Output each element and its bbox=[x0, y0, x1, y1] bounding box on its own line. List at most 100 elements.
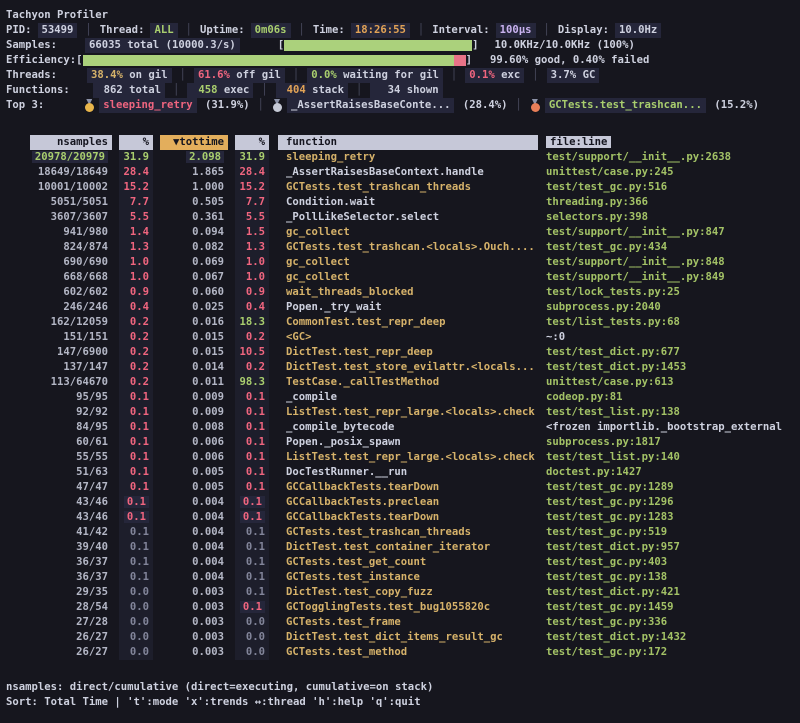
nsamples-cell: 84/95 bbox=[30, 420, 112, 435]
cumulative-pct-cell: 0.0 bbox=[235, 615, 269, 630]
tottime-cell: 0.006 bbox=[160, 435, 228, 450]
direct-pct-cell: 1.0 bbox=[119, 270, 153, 285]
pct-value: 0.2 bbox=[130, 316, 149, 328]
stat-chip: 3.7% GC bbox=[547, 68, 600, 83]
stat-label: total bbox=[123, 84, 161, 96]
efficiency-text: 99.60% good, 0.40% failed bbox=[490, 53, 649, 68]
top-function-pct: (28.4%) bbox=[456, 98, 507, 113]
display-rate-label: Display: bbox=[558, 23, 609, 38]
table-row: 113/646700.20.01198.3TestCase._callTestM… bbox=[6, 375, 800, 390]
file-value: test/test_gc.py:1459 bbox=[546, 601, 674, 613]
stat-chip: 0.0% waiting for gil bbox=[307, 68, 443, 83]
tottime-cell: 0.060 bbox=[160, 285, 228, 300]
pct-value: 0.1 bbox=[130, 391, 149, 403]
file-line-cell: <frozen importlib._bootstrap_external bbox=[538, 420, 800, 435]
ns-value: 51/63 bbox=[76, 466, 108, 478]
cumulative-pct-cell: 0.1 bbox=[235, 570, 269, 585]
fn-value: DictTest.test_store_evilattr.<locals... bbox=[286, 361, 535, 373]
pct-value: 0.2 bbox=[130, 361, 149, 373]
efficiency-bar-bad bbox=[454, 55, 465, 66]
cum-value: 0.1 bbox=[246, 541, 265, 553]
app-title: Tachyon Profiler bbox=[6, 8, 800, 23]
ns-value: 147/6900 bbox=[57, 346, 108, 358]
table-row: 690/6901.00.0691.0gc_collecttest/support… bbox=[6, 255, 800, 270]
direct-pct-cell: 0.0 bbox=[119, 615, 153, 630]
file-line-cell: selectors.py:398 bbox=[538, 210, 800, 225]
ns-value: 5051/5051 bbox=[51, 196, 108, 208]
direct-pct-cell: 0.4 bbox=[119, 300, 153, 315]
cumulative-pct-cell: 0.1 bbox=[235, 600, 269, 615]
cum-value: 1.0 bbox=[246, 256, 265, 268]
top3-label: Top 3: bbox=[6, 98, 44, 113]
function-stats: 862 total│458 exec│404 stack│34 shown bbox=[93, 83, 443, 98]
column-header-nsamples[interactable]: nsamples bbox=[30, 135, 112, 150]
function-cell: _AssertRaisesBaseContext.handle bbox=[278, 165, 538, 180]
samples-rate: 10.0KHz/10.0KHz (100%) bbox=[495, 38, 635, 53]
top-function-name: sleeping_retry bbox=[99, 98, 196, 113]
table-row: 941/9801.40.0941.5gc_collecttest/support… bbox=[6, 225, 800, 240]
cum-value: 0.1 bbox=[246, 391, 265, 403]
ns-value: 246/246 bbox=[63, 301, 108, 313]
file-value: test/test_gc.py:172 bbox=[546, 646, 667, 658]
table-row: 5051/50517.70.5057.7Condition.waitthread… bbox=[6, 195, 800, 210]
fn-value: Popen._posix_spawn bbox=[286, 436, 401, 448]
ns-value: 55/55 bbox=[76, 451, 108, 463]
nsamples-cell: 55/55 bbox=[30, 450, 112, 465]
function-cell: wait_threads_blocked bbox=[278, 285, 538, 300]
pct-value: 0.2 bbox=[130, 376, 149, 388]
column-header-function[interactable]: function bbox=[278, 135, 538, 150]
stat-value: 458 bbox=[191, 83, 217, 98]
pct-value: 1.3 bbox=[130, 241, 149, 253]
table-row: 147/69000.20.01510.5DictTest.test_repr_d… bbox=[6, 345, 800, 360]
thread-stats: 38.4% on gil│61.6% off gil│0.0% waiting … bbox=[87, 68, 599, 83]
tottime-cell: 0.009 bbox=[160, 405, 228, 420]
ns-value: 113/64670 bbox=[51, 376, 108, 388]
function-cell: Popen._posix_spawn bbox=[278, 435, 538, 450]
ns-value: 20978/20979 bbox=[32, 151, 108, 163]
file-value: test/lock_tests.py:25 bbox=[546, 286, 680, 298]
function-cell: DictTest.test_copy_fuzz bbox=[278, 585, 538, 600]
fn-value: GCTests.test_method bbox=[286, 646, 407, 658]
file-line-cell: test/test_dict.py:421 bbox=[538, 585, 800, 600]
column-header-cumulative-pct[interactable]: % bbox=[235, 135, 269, 150]
file-line-cell: test/test_list.py:138 bbox=[538, 405, 800, 420]
stat-label: waiting for gil bbox=[337, 69, 439, 81]
ns-value: 47/47 bbox=[76, 481, 108, 493]
pct-value: 0.1 bbox=[130, 406, 149, 418]
column-header-direct-pct[interactable]: % bbox=[119, 135, 153, 150]
pct-value: 0.0 bbox=[130, 586, 149, 598]
file-line-cell: test/support/__init__.py:2638 bbox=[538, 150, 800, 165]
pct-value: 0.1 bbox=[130, 526, 149, 538]
stat-chip: 61.6% off gil bbox=[194, 68, 285, 83]
tot-value: 0.004 bbox=[192, 571, 224, 583]
table-row: 29/350.00.0030.1DictTest.test_copy_fuzzt… bbox=[6, 585, 800, 600]
pct-value: 0.1 bbox=[124, 511, 149, 523]
fn-value: DictTest.test_dict_items_result_gc bbox=[286, 631, 503, 643]
nsamples-cell: 824/874 bbox=[30, 240, 112, 255]
cum-value: 0.1 bbox=[246, 466, 265, 478]
file-line-cell: test/support/__init__.py:847 bbox=[538, 225, 800, 240]
tottime-cell: 0.009 bbox=[160, 390, 228, 405]
pct-value: 0.0 bbox=[130, 601, 149, 613]
file-value: selectors.py:398 bbox=[546, 211, 648, 223]
table-row: 55/550.10.0060.1ListTest.test_repr_large… bbox=[6, 450, 800, 465]
ns-value: 18649/18649 bbox=[38, 166, 108, 178]
stat-chip: 862 total bbox=[93, 83, 165, 98]
tot-value: 0.094 bbox=[192, 226, 224, 238]
tot-value: 0.011 bbox=[192, 376, 224, 388]
table-row: 27/280.00.0030.0GCTests.test_frametest/t… bbox=[6, 615, 800, 630]
column-header-tottime-sorted[interactable]: ▼tottime bbox=[160, 135, 228, 150]
nsamples-cell: 147/6900 bbox=[30, 345, 112, 360]
cumulative-pct-cell: 1.5 bbox=[235, 225, 269, 240]
nsamples-cell: 668/668 bbox=[30, 270, 112, 285]
ns-value: 27/28 bbox=[76, 616, 108, 628]
cumulative-pct-cell: 0.1 bbox=[235, 510, 269, 525]
efficiency-line: Efficiency: [ ] 99.60% good, 0.40% faile… bbox=[6, 53, 800, 68]
cum-value: 7.7 bbox=[246, 196, 265, 208]
tottime-cell: 0.003 bbox=[160, 630, 228, 645]
tottime-cell: 0.069 bbox=[160, 255, 228, 270]
tottime-cell: 0.008 bbox=[160, 420, 228, 435]
pct-value: 0.9 bbox=[130, 286, 149, 298]
nsamples-cell: 43/46 bbox=[30, 510, 112, 525]
column-header-file-line[interactable]: file:line bbox=[538, 135, 800, 150]
